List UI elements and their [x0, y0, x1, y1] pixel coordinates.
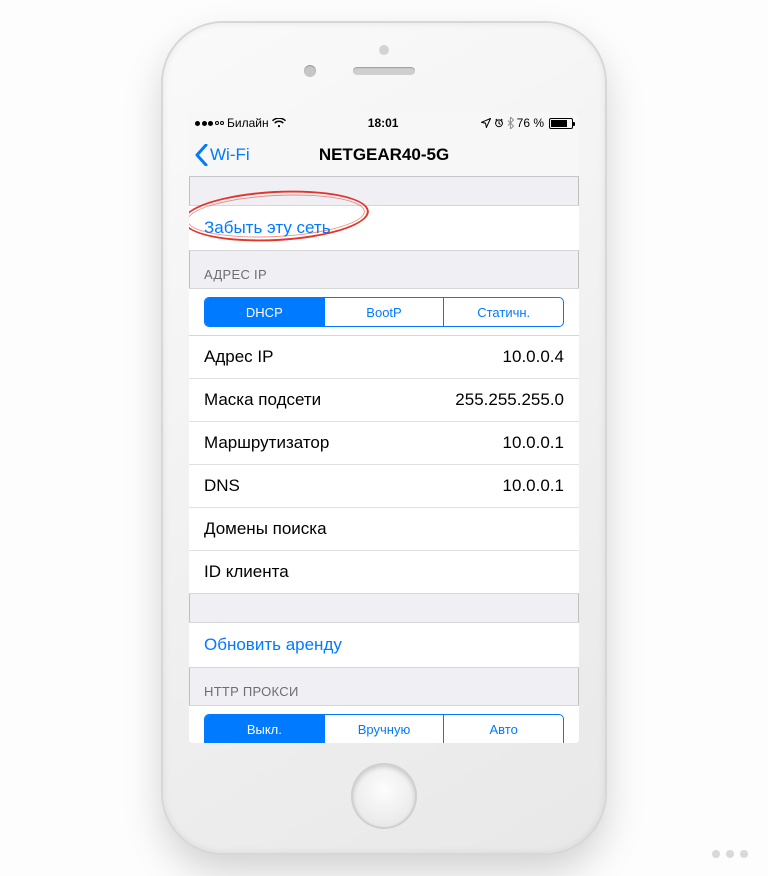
client-id-label: ID клиента [204, 562, 289, 582]
decoration-dots [712, 850, 748, 858]
earpiece-speaker [353, 67, 415, 75]
ip-mode-segmented: DHCP BootP Статичн. [189, 288, 579, 335]
subnet-mask-label: Маска подсети [204, 390, 321, 410]
phone-frame: Билайн 18:01 76 % [163, 23, 605, 853]
status-time: 18:01 [286, 116, 481, 130]
proxy-mode-segmented: Выкл. Вручную Авто [189, 705, 579, 743]
dns-value: 10.0.0.1 [503, 476, 564, 496]
row-subnet-mask[interactable]: Маска подсети 255.255.255.0 [189, 378, 579, 421]
chevron-left-icon [195, 144, 208, 166]
battery-percent: 76 % [517, 116, 544, 130]
subnet-mask-value: 255.255.255.0 [455, 390, 564, 410]
ip-address-label: Адрес IP [204, 347, 273, 367]
proxy-section-header: HTTP ПРОКСИ [189, 668, 579, 705]
forget-network-button[interactable]: Забыть эту сеть [189, 205, 579, 251]
router-label: Маршрутизатор [204, 433, 329, 453]
back-label: Wi-Fi [210, 145, 250, 165]
screen: Билайн 18:01 76 % [189, 113, 579, 743]
renew-lease-button[interactable]: Обновить аренду [189, 622, 579, 668]
row-router[interactable]: Маршрутизатор 10.0.0.1 [189, 421, 579, 464]
location-icon [481, 118, 491, 128]
seg-proxy-off[interactable]: Выкл. [205, 715, 324, 743]
back-button[interactable]: Wi-Fi [189, 144, 250, 166]
seg-bootp[interactable]: BootP [324, 298, 444, 326]
status-bar: Билайн 18:01 76 % [189, 113, 579, 133]
battery-icon [549, 118, 573, 129]
seg-proxy-auto[interactable]: Авто [443, 715, 563, 743]
row-client-id[interactable]: ID клиента [189, 550, 579, 593]
dns-label: DNS [204, 476, 240, 496]
carrier-label: Билайн [227, 116, 269, 130]
ip-details-list: Адрес IP 10.0.0.4 Маска подсети 255.255.… [189, 335, 579, 594]
bluetooth-icon [507, 117, 514, 129]
search-domains-label: Домены поиска [204, 519, 327, 539]
renew-lease-label: Обновить аренду [204, 635, 342, 655]
seg-static[interactable]: Статичн. [443, 298, 563, 326]
content-scroll[interactable]: Забыть эту сеть АДРЕС IP DHCP BootP Стат… [189, 177, 579, 743]
seg-proxy-manual[interactable]: Вручную [324, 715, 444, 743]
row-search-domains[interactable]: Домены поиска [189, 507, 579, 550]
alarm-icon [494, 118, 504, 128]
forget-network-label: Забыть эту сеть [204, 218, 331, 238]
row-dns[interactable]: DNS 10.0.0.1 [189, 464, 579, 507]
wifi-icon [272, 118, 286, 128]
seg-dhcp[interactable]: DHCP [205, 298, 324, 326]
signal-strength-icon [195, 121, 224, 126]
proximity-sensor [379, 45, 389, 55]
ip-section-header: АДРЕС IP [189, 251, 579, 288]
home-button[interactable] [353, 765, 415, 827]
front-camera [304, 65, 316, 77]
row-ip-address[interactable]: Адрес IP 10.0.0.4 [189, 335, 579, 378]
ip-address-value: 10.0.0.4 [503, 347, 564, 367]
router-value: 10.0.0.1 [503, 433, 564, 453]
nav-bar: Wi-Fi NETGEAR40-5G [189, 133, 579, 177]
